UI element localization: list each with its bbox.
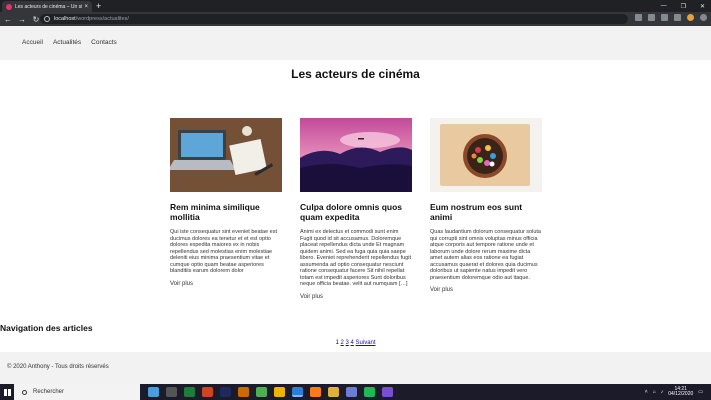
taskbar: Rechercher ˄ ⌂ ♪ 14:21 04/12/2020 ▭	[0, 384, 711, 400]
article-excerpt: Quas laudantium dolorum consequatur solu…	[430, 229, 541, 281]
page-title: Les acteurs de cinéma	[291, 67, 420, 81]
footer-copyright: © 2020 Anthony - Tous droits réservés	[7, 364, 109, 370]
taskbar-app-icon[interactable]	[346, 387, 357, 397]
taskbar-app-icon[interactable]	[148, 387, 159, 397]
back-arrow-icon[interactable]: ←	[2, 15, 14, 24]
maximize-icon[interactable]: ❐	[681, 3, 686, 10]
article-title[interactable]: Rem minima similique mollitia	[170, 202, 282, 222]
read-more-link[interactable]: Voir plus	[170, 281, 282, 287]
site-header: Accueil Actualités Contacts	[0, 26, 711, 60]
browser-toolbar: ← → ↻ localhost/wordpress/actualites/	[0, 12, 711, 26]
article-card: Culpa dolore omnis quos quam expedita An…	[300, 118, 412, 300]
page-link-2[interactable]: 2	[340, 340, 343, 346]
article-title[interactable]: Eum nostrum eos sunt animi	[430, 202, 542, 222]
taskbar-app-icon[interactable]	[202, 387, 213, 397]
volume-icon[interactable]: ♪	[661, 389, 664, 395]
windows-logo-icon	[3, 388, 11, 396]
taskbar-search-placeholder: Rechercher	[33, 389, 65, 395]
taskbar-search[interactable]: Rechercher	[14, 384, 140, 400]
site-nav: Accueil Actualités Contacts	[22, 39, 117, 46]
pagination: 1 2 3 4 Suivant	[0, 340, 711, 346]
article-excerpt: Qui iste consequatur sint eveniet beatae…	[170, 229, 278, 274]
window-controls: — ❐ ✕	[661, 0, 705, 12]
laptop-desk-photo[interactable]	[170, 118, 282, 192]
forward-arrow-icon[interactable]: →	[16, 15, 28, 24]
taskbar-app-icon[interactable]	[310, 387, 321, 397]
tab-title: Les acteurs de cinéma – Un site d	[15, 3, 83, 10]
profile-avatar[interactable]	[687, 14, 694, 21]
translate-icon[interactable]	[635, 14, 642, 21]
page-link-4[interactable]: 4	[351, 340, 354, 346]
url-path: /wordpress/actualites/	[75, 16, 129, 22]
tray-chevron-icon[interactable]: ˄	[645, 389, 648, 395]
taskbar-app-icon[interactable]	[364, 387, 375, 397]
article-title[interactable]: Culpa dolore omnis quos quam expedita	[300, 202, 412, 222]
page-current: 1	[335, 340, 339, 346]
site-footer: © 2020 Anthony - Tous droits réservés	[0, 352, 711, 384]
taskbar-app-icon[interactable]	[166, 387, 177, 397]
article-excerpt: Animi ex delectus et commodi sunt enim F…	[300, 229, 411, 287]
page-link-3[interactable]: 3	[345, 340, 348, 346]
purple-sky-clouds-photo[interactable]	[300, 118, 412, 192]
menu-kebab-icon[interactable]	[700, 14, 707, 21]
article-card: Rem minima similique mollitia Qui iste c…	[170, 118, 282, 287]
page-next-link[interactable]: Suivant	[356, 340, 376, 346]
taskbar-app-icon[interactable]	[274, 387, 285, 397]
taskbar-app-icon[interactable]	[292, 387, 303, 397]
site-favicon-icon	[6, 3, 12, 10]
minimize-icon[interactable]: —	[661, 3, 667, 9]
system-tray: ˄ ⌂ ♪ 14:21 04/12/2020 ▭	[645, 384, 711, 400]
browser-tab-strip: Les acteurs de cinéma – Un site d × + — …	[0, 0, 711, 12]
nav-link-accueil[interactable]: Accueil	[22, 39, 43, 46]
address-bar[interactable]: localhost/wordpress/actualites/	[40, 14, 628, 24]
network-icon[interactable]: ⌂	[653, 389, 656, 395]
close-window-icon[interactable]: ✕	[700, 3, 705, 10]
candy-bowl-photo[interactable]	[430, 118, 542, 192]
start-button[interactable]	[0, 384, 14, 400]
nav-link-contacts[interactable]: Contacts	[91, 39, 117, 46]
url-host: localhost	[54, 16, 76, 22]
clock[interactable]: 14:21 04/12/2020	[668, 386, 694, 398]
nav-link-actualites[interactable]: Actualités	[53, 39, 81, 46]
clock-date: 04/12/2020	[668, 391, 694, 397]
taskbar-app-icon[interactable]	[328, 387, 339, 397]
taskbar-app-icon[interactable]	[220, 387, 231, 397]
read-more-link[interactable]: Voir plus	[300, 294, 412, 300]
new-tab-button[interactable]: +	[96, 1, 101, 11]
read-more-link[interactable]: Voir plus	[430, 287, 542, 293]
bookmark-star-icon[interactable]	[648, 14, 655, 21]
pagination-heading: Navigation des articles	[0, 323, 93, 333]
browser-tab-active[interactable]: Les acteurs de cinéma – Un site d ×	[2, 1, 92, 12]
taskbar-app-icon[interactable]	[256, 387, 267, 397]
taskbar-app-icon[interactable]	[382, 387, 393, 397]
site-info-icon[interactable]	[44, 16, 50, 22]
extensions-puzzle-icon[interactable]	[661, 14, 668, 21]
toolbar-extensions	[635, 14, 707, 21]
search-icon	[22, 389, 27, 395]
notifications-icon[interactable]: ▭	[698, 389, 703, 395]
tab-close-icon[interactable]: ×	[84, 4, 88, 10]
taskbar-app-icon[interactable]	[184, 387, 195, 397]
taskbar-apps	[148, 387, 393, 397]
taskbar-app-icon[interactable]	[238, 387, 249, 397]
article-card: Eum nostrum eos sunt animi Quas laudanti…	[430, 118, 542, 293]
reading-list-icon[interactable]	[674, 14, 681, 21]
